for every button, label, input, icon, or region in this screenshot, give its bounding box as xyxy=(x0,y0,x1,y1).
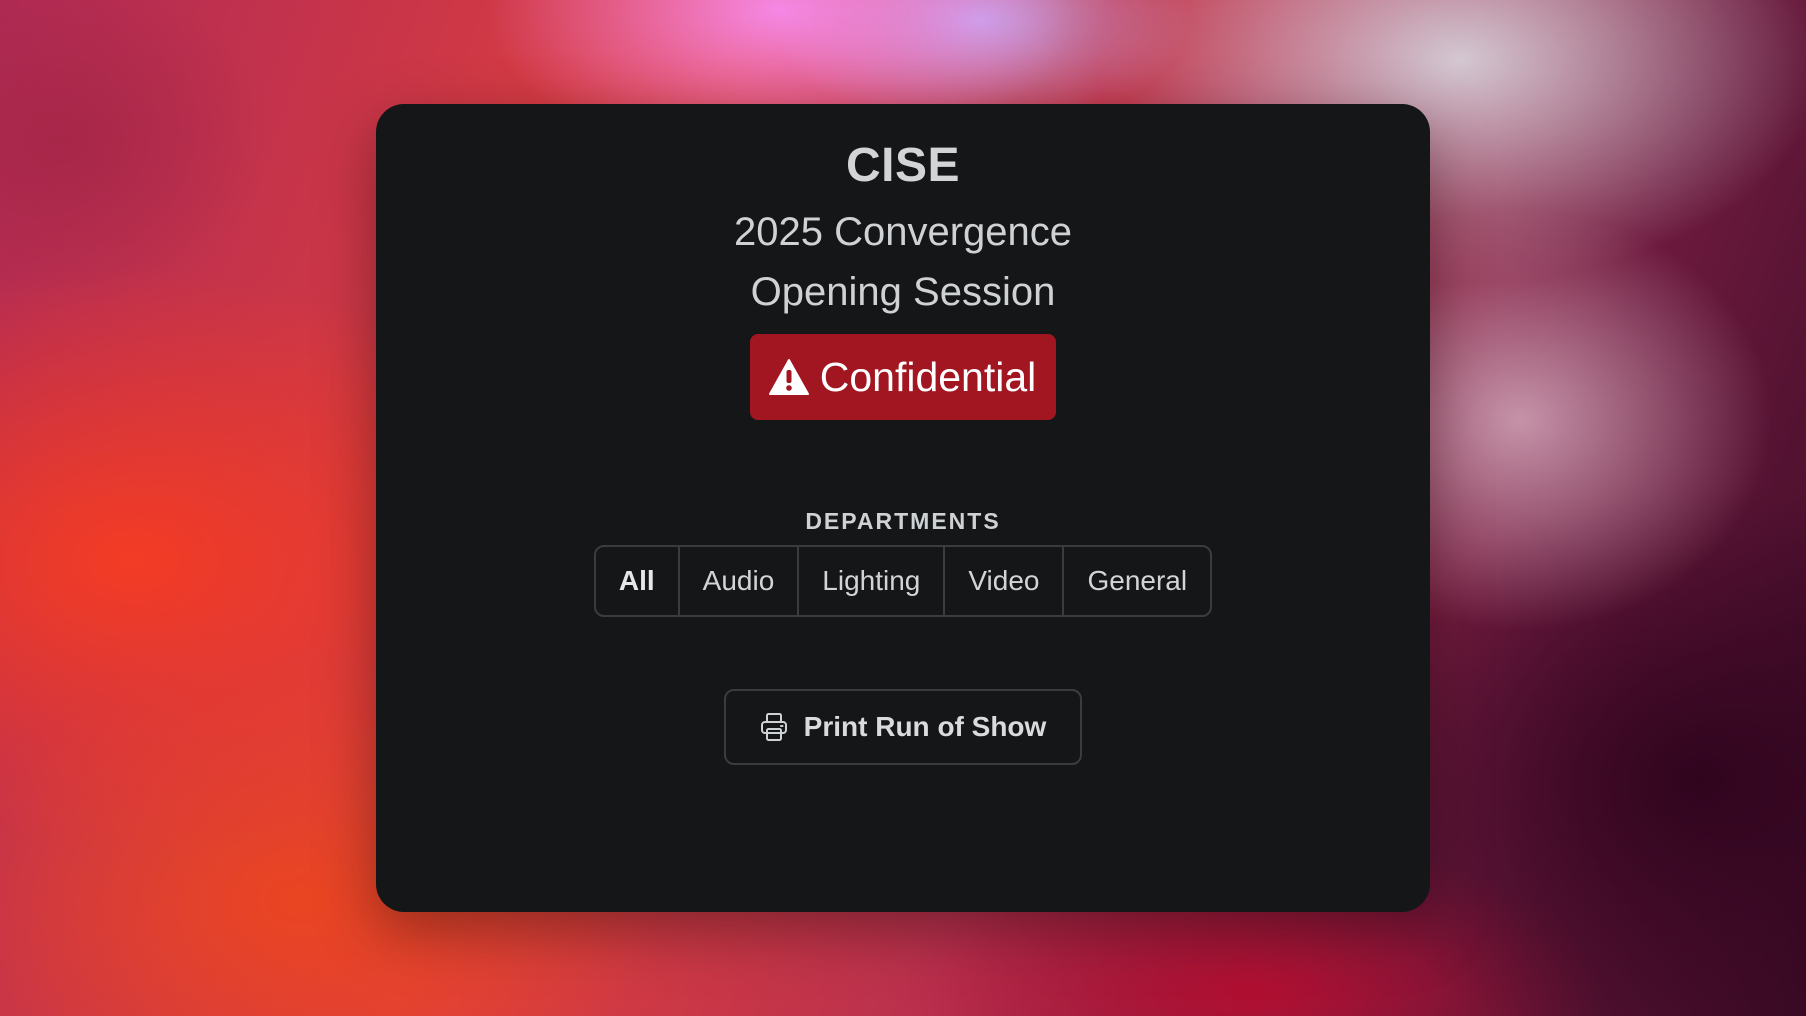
department-filter-audio[interactable]: Audio xyxy=(677,547,798,615)
department-filter-video[interactable]: Video xyxy=(943,547,1062,615)
departments-heading: DEPARTMENTS xyxy=(805,508,1001,534)
event-title: 2025 Convergence xyxy=(733,210,1073,254)
org-title: CISE xyxy=(845,139,961,192)
printer-icon xyxy=(760,713,787,741)
department-filter-lighting[interactable]: Lighting xyxy=(797,547,943,615)
session-card: CISE 2025 Convergence Opening Session Co… xyxy=(376,104,1430,912)
department-filter-group: All Audio Lighting Video General xyxy=(593,545,1213,617)
confidential-label: Confidential xyxy=(819,353,1037,400)
department-filter-general[interactable]: General xyxy=(1062,547,1210,615)
session-title: Opening Session xyxy=(750,270,1056,314)
print-run-of-show-button[interactable]: Print Run of Show xyxy=(723,689,1083,765)
print-button-label: Print Run of Show xyxy=(803,711,1047,742)
confidential-badge: Confidential xyxy=(749,334,1057,420)
warning-icon xyxy=(768,359,809,395)
department-filter-all[interactable]: All xyxy=(596,547,678,615)
